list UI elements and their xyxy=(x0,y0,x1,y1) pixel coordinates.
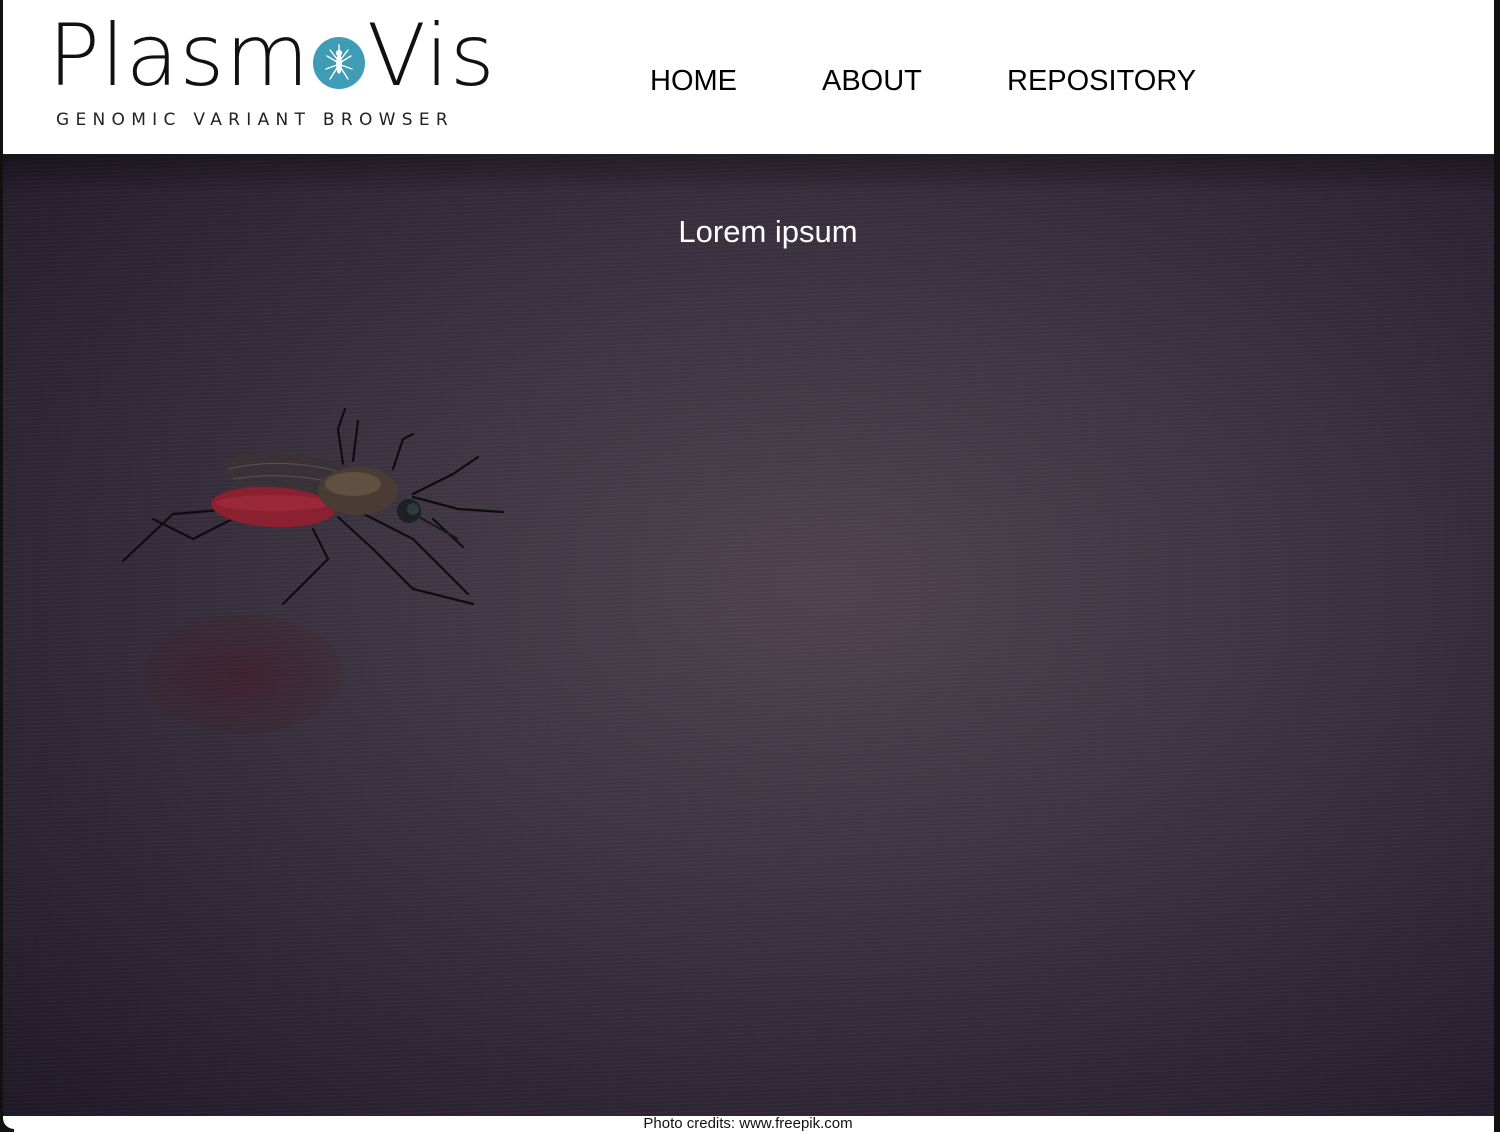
brand-name-left: Plasm xyxy=(48,6,311,106)
brand-logo[interactable]: Plasm Vis GENOMIC VARIANT BROWSER xyxy=(48,6,495,136)
nav-about[interactable]: ABOUT xyxy=(822,64,922,98)
site-header: Plasm Vis GENOMIC VARIANT BROWSER HOME A… xyxy=(3,0,1494,154)
nav-home[interactable]: HOME xyxy=(650,64,737,98)
mosquito-icon xyxy=(313,37,366,89)
nav-repository[interactable]: REPOSITORY xyxy=(1007,64,1196,98)
hero-title: Lorem ipsum xyxy=(678,214,858,249)
header-shadow xyxy=(3,154,1494,194)
window-corner xyxy=(0,1118,14,1132)
photo-credits: Photo credits: www.freepik.com xyxy=(643,1115,853,1132)
window-edge-left xyxy=(0,0,3,1132)
mosquito-image xyxy=(121,407,505,606)
skin-shadow xyxy=(143,614,343,734)
brand-name-right: Vis xyxy=(367,6,496,106)
window-edge-right xyxy=(1494,0,1500,1132)
page: Plasm Vis GENOMIC VARIANT BROWSER HOME A… xyxy=(0,0,1500,1132)
brand-wordmark: Plasm Vis xyxy=(48,6,496,106)
brand-tagline: GENOMIC VARIANT BROWSER xyxy=(56,110,455,130)
hero-banner: Lorem ipsum xyxy=(3,154,1494,1116)
